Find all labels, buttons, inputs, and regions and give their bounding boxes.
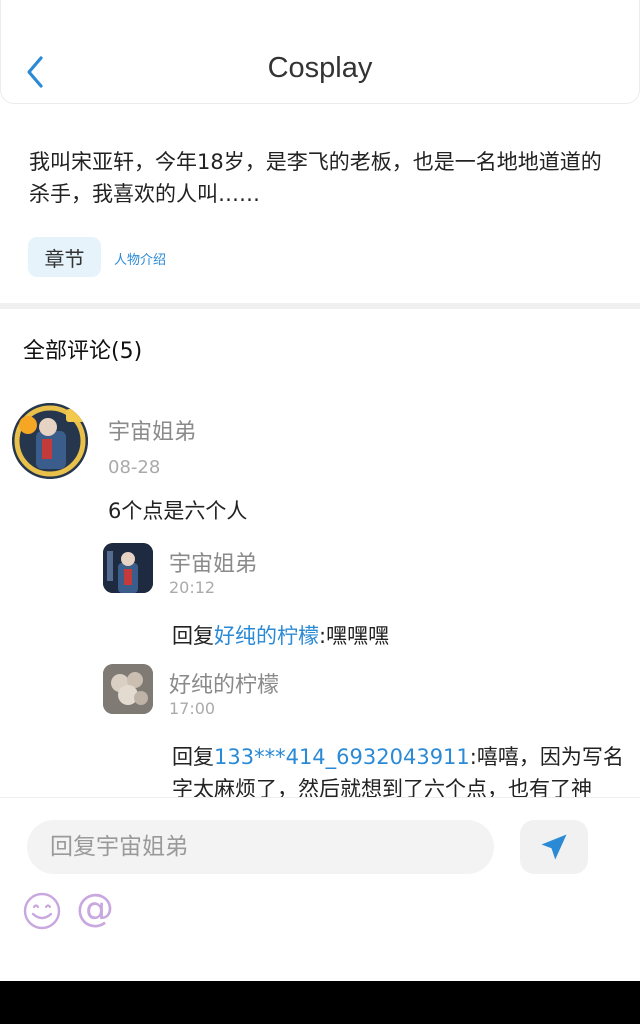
app-header: Cosplay [0,0,640,104]
comment-date: 08-28 [108,457,161,478]
avatar[interactable] [103,543,153,593]
reply-prefix: 回复 [172,624,214,648]
author-avatar-image [12,403,88,479]
section-divider [0,303,640,309]
reply-prefix: 回复 [172,745,214,769]
reply-text: 回复133***414_6932043911:嘻嘻，因为写名 字太麻烦了，然后就想… [172,741,627,805]
reply-time: 17:00 [169,699,216,718]
comments-heading: 全部评论(5) [23,339,143,364]
reply-author[interactable]: 宇宙姐弟 [169,546,257,578]
reply-body: 嘿嘿嘿 [326,624,390,648]
comment-text: 6个点是六个人 [108,499,248,523]
smiley-icon[interactable] [22,891,62,931]
system-nav-bar [0,981,640,1024]
reply-text: 回复好纯的柠檬:嘿嘿嘿 [172,620,389,650]
chapter-button[interactable]: 章节 [28,237,101,277]
send-button[interactable] [520,820,588,874]
avatar[interactable] [12,403,88,479]
send-icon [541,834,567,860]
reply-avatar-image [103,664,153,714]
comment-author[interactable]: 宇宙姐弟 [108,414,196,446]
character-intro-link[interactable]: 人物介绍 [114,249,166,268]
reply-avatar-image [103,543,153,593]
reply-target-link[interactable]: 好纯的柠檬 [214,624,319,648]
reply-separator: : [469,745,477,769]
at-icon[interactable]: @ [76,886,114,930]
reply-author[interactable]: 好纯的柠檬 [169,667,279,699]
reply-input[interactable] [27,820,494,874]
reply-bar: @ [0,797,640,981]
reply-time: 20:12 [169,578,216,597]
reply-body: 嘻嘻，因为写名 [476,745,624,769]
page-title: Cosplay [267,52,373,84]
reply-target-link[interactable]: 133***414_6932043911 [214,745,470,769]
story-intro: 我叫宋亚轩，今年18岁，是李飞的老板，也是一名地地道道的杀手，我喜欢的人叫…… [29,150,602,206]
avatar[interactable] [103,664,153,714]
